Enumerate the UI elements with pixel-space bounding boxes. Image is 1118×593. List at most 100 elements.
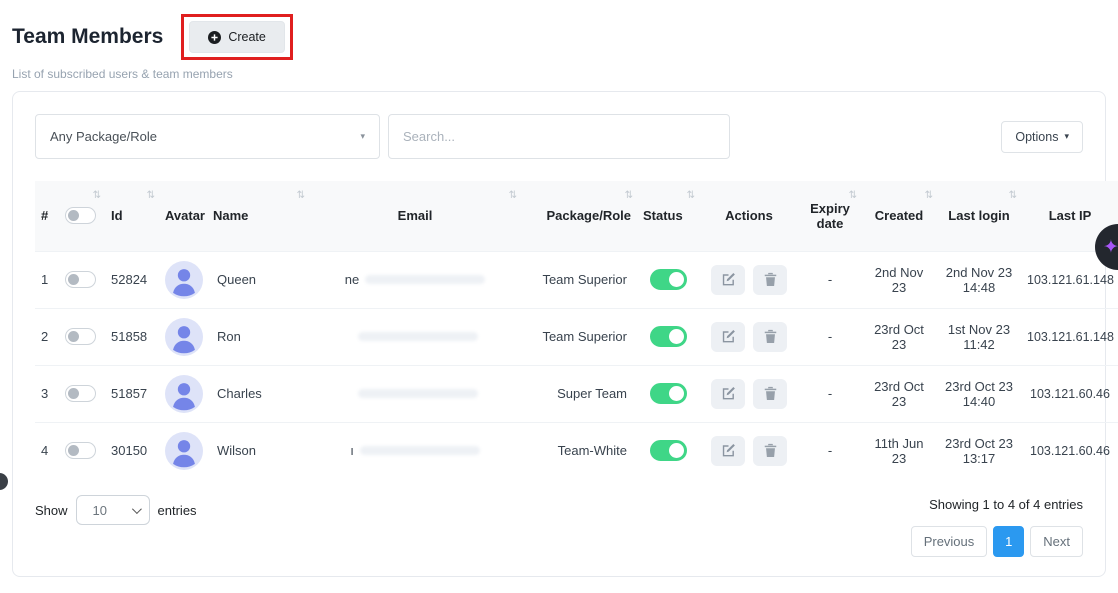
sort-icon[interactable]: ⇅ — [925, 190, 933, 201]
page-number-button[interactable]: 1 — [993, 526, 1024, 557]
entries-label: entries — [158, 503, 197, 518]
column-header-id[interactable]: Id ⇅ — [105, 181, 159, 251]
column-label: Id — [111, 208, 123, 223]
status-toggle[interactable] — [650, 269, 687, 290]
delete-button[interactable] — [753, 265, 787, 295]
expiry-date: - — [799, 251, 861, 308]
member-package-role: Super Team — [521, 365, 637, 422]
row-number: 1 — [35, 251, 59, 308]
redaction-smudge — [358, 389, 478, 398]
page-header: Team Members Create List of subscribed u… — [0, 0, 1118, 81]
annotation-highlight-box: Create — [181, 14, 293, 60]
status-toggle[interactable] — [650, 383, 687, 404]
next-page-button[interactable]: Next — [1030, 526, 1083, 557]
member-id: 51857 — [105, 365, 159, 422]
sort-icon[interactable]: ⇅ — [849, 190, 857, 201]
create-button-label: Create — [228, 30, 266, 44]
edit-icon — [721, 386, 736, 401]
team-members-table: #⇅Id⇅AvatarName⇅Email⇅Package/Role⇅Statu… — [35, 181, 1118, 479]
table-row: 1 52824 Queen ne Team Superior — [35, 251, 1118, 308]
entries-per-page-select[interactable]: 10 — [76, 495, 150, 525]
package-role-filter-value: Any Package/Role — [50, 129, 157, 144]
table-row: 4 30150 Wilson ı Team-White — [35, 422, 1118, 479]
column-header-created[interactable]: Created⇅ — [861, 181, 937, 251]
column-label: Name — [213, 208, 248, 223]
package-role-filter[interactable]: Any Package/Role ▾ — [35, 114, 380, 159]
member-name: Queen — [207, 251, 309, 308]
column-header-status[interactable]: Status ⇅ — [637, 181, 699, 251]
toggle-knob — [68, 445, 79, 456]
email-fragment: ı — [350, 443, 354, 458]
delete-button[interactable] — [753, 379, 787, 409]
sort-icon[interactable]: ⇅ — [297, 190, 305, 201]
edit-button[interactable] — [711, 379, 745, 409]
sort-icon[interactable]: ⇅ — [93, 190, 101, 201]
status-toggle[interactable] — [650, 326, 687, 347]
column-label: Package/Role — [546, 208, 631, 223]
sort-icon[interactable]: ⇅ — [147, 190, 155, 201]
chevron-down-icon: ▾ — [360, 131, 365, 142]
edit-button[interactable] — [711, 436, 745, 466]
expiry-date: - — [799, 308, 861, 365]
row-number: 4 — [35, 422, 59, 479]
row-select-toggle[interactable] — [65, 442, 96, 459]
row-select-toggle[interactable] — [65, 385, 96, 402]
member-email-redacted: ı — [309, 422, 521, 479]
chevron-down-icon: ▾ — [1064, 131, 1069, 142]
edit-button[interactable] — [711, 322, 745, 352]
column-header-expiry-date[interactable]: Expiry date⇅ — [799, 181, 861, 251]
column-label: Status — [643, 208, 683, 223]
previous-page-button[interactable]: Previous — [911, 526, 988, 557]
sort-icon[interactable]: ⇅ — [625, 190, 633, 201]
delete-button[interactable] — [753, 322, 787, 352]
row-number: 3 — [35, 365, 59, 422]
create-button[interactable]: Create — [189, 21, 285, 53]
toggle-knob — [68, 331, 79, 342]
last-login: 1st Nov 23 11:42 — [937, 308, 1021, 365]
column-header-select-all[interactable]: ⇅ — [59, 181, 105, 251]
sort-icon[interactable]: ⇅ — [687, 190, 695, 201]
trash-icon — [764, 386, 777, 401]
member-package-role: Team Superior — [521, 251, 637, 308]
member-email-redacted — [309, 308, 521, 365]
avatar — [165, 375, 201, 413]
avatar — [165, 432, 201, 470]
created-date: 2nd Nov 23 — [861, 251, 937, 308]
row-select-toggle[interactable] — [65, 271, 96, 288]
column-header-email[interactable]: Email⇅ — [309, 181, 521, 251]
options-button[interactable]: Options ▾ — [1001, 121, 1083, 153]
column-label: Expiry date — [810, 201, 850, 231]
column-label: Created — [875, 208, 923, 223]
member-name: Wilson — [207, 422, 309, 479]
sort-icon[interactable]: ⇅ — [509, 190, 517, 201]
member-package-role: Team-White — [521, 422, 637, 479]
column-label: Avatar — [165, 208, 205, 223]
column-header-name[interactable]: Name ⇅ — [207, 181, 309, 251]
table-body: 1 52824 Queen ne Team Superior — [35, 251, 1118, 479]
toggle-knob — [68, 210, 79, 221]
last-ip: 103.121.60.46 — [1021, 365, 1118, 422]
toggle-knob — [669, 386, 684, 401]
trash-icon — [764, 443, 777, 458]
toggle-knob — [669, 443, 684, 458]
member-id: 30150 — [105, 422, 159, 479]
delete-button[interactable] — [753, 436, 787, 466]
email-fragment: ne — [345, 272, 359, 287]
column-header-package-role[interactable]: Package/Role ⇅ — [521, 181, 637, 251]
member-name: Ron — [207, 308, 309, 365]
filter-row: Any Package/Role ▾ Options ▾ — [35, 114, 1083, 159]
status-toggle[interactable] — [650, 440, 687, 461]
select-all-toggle[interactable] — [65, 207, 96, 224]
column-header-last-login[interactable]: Last login⇅ — [937, 181, 1021, 251]
pagination: Previous 1 Next — [911, 526, 1083, 557]
table-row: 2 51858 Ron Team Superior — [35, 308, 1118, 365]
column-label: Actions — [725, 208, 773, 223]
row-select-toggle[interactable] — [65, 328, 96, 345]
search-input[interactable] — [388, 114, 730, 159]
member-package-role: Team Superior — [521, 308, 637, 365]
sort-icon[interactable]: ⇅ — [1009, 190, 1017, 201]
edit-button[interactable] — [711, 265, 745, 295]
entries-per-page-value: 10 — [93, 503, 107, 518]
last-ip: 103.121.60.46 — [1021, 422, 1118, 479]
expiry-date: - — [799, 422, 861, 479]
